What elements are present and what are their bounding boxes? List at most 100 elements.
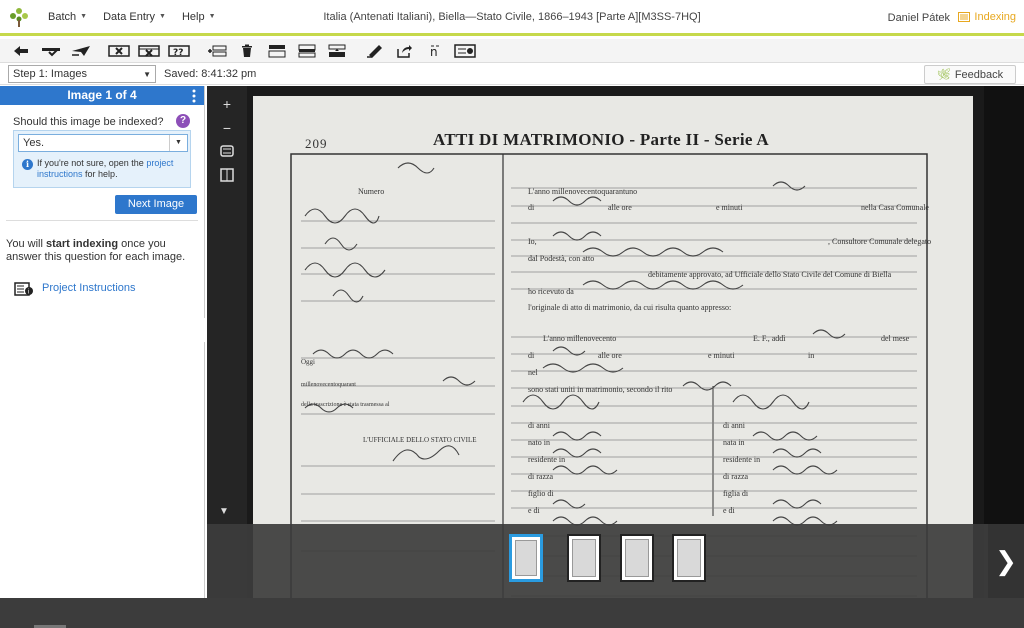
answer-value: Yes. — [23, 137, 45, 149]
indexing-icon — [958, 12, 971, 22]
svg-text:nel: nel — [528, 368, 539, 377]
answer-box: Yes. ▼ i If you're not sure, open the pr… — [13, 130, 191, 188]
svg-text:L'UFFICIALE DELLO STATO CIVILE: L'UFFICIALE DELLO STATO CIVILE — [363, 436, 477, 444]
user-name[interactable]: Daniel Pátek — [888, 12, 950, 24]
svg-text:alle ore: alle ore — [598, 351, 622, 360]
hint-suffix: for help. — [85, 169, 118, 179]
menu-help-label: Help — [181, 10, 205, 23]
svg-text:di: di — [528, 351, 535, 360]
svg-text:figlia di: figlia di — [723, 489, 749, 498]
viewer-tools: + − ▼ — [207, 86, 247, 524]
svg-text:, Consultore Comunale delegato: , Consultore Comunale delegato — [828, 237, 931, 246]
thumbnail-3[interactable] — [620, 534, 654, 582]
panel-header: Image 1 of 4 — [0, 86, 204, 105]
tree-icon: 🌿︎ — [936, 69, 951, 81]
insert-above-icon[interactable] — [264, 41, 290, 61]
menu-batch[interactable]: Batch ▼ — [40, 11, 95, 23]
svg-text:l'originale di atto di matrimo: l'originale di atto di matrimonio, da cu… — [528, 303, 731, 312]
zoom-in-icon[interactable]: + — [219, 96, 235, 112]
svg-text:??: ?? — [173, 48, 183, 57]
svg-text:del mese: del mese — [881, 334, 910, 343]
chevron-down-icon: ▼ — [80, 13, 88, 20]
start-text-prefix: You will — [6, 238, 43, 250]
help-question-icon[interactable]: ? — [176, 114, 190, 128]
chevron-down-icon: ▼ — [159, 13, 166, 20]
record-image[interactable]: Numero L'anno millenovecentoquarantuno d… — [247, 86, 984, 598]
layout-split-icon[interactable] — [219, 168, 235, 184]
collapse-thumbnails-icon[interactable]: ▼ — [219, 506, 229, 517]
divider — [6, 220, 198, 221]
zoom-out-icon[interactable]: − — [219, 120, 235, 136]
check-line-icon[interactable] — [38, 41, 64, 61]
project-instructions-link[interactable]: Project Instructions — [42, 282, 136, 294]
step-select[interactable]: Step 1: Images ▼ — [8, 65, 156, 83]
thumbnail-4[interactable] — [672, 534, 706, 582]
menu-batch-label: Batch — [48, 10, 77, 23]
svg-text:e minuti: e minuti — [716, 203, 743, 212]
menu-help[interactable]: Help ▼ — [174, 11, 224, 23]
answer-select[interactable]: Yes. ▼ — [18, 134, 188, 152]
keyboard-shortcuts-icon[interactable] — [452, 41, 478, 61]
chevron-down-icon: ▼ — [208, 13, 216, 20]
svg-text:nata in: nata in — [723, 438, 745, 447]
viewer-right-margin — [984, 86, 1024, 524]
svg-text:L'anno millenovecento: L'anno millenovecento — [543, 334, 616, 343]
toolbar: ?? n — [0, 39, 1024, 63]
svg-text:e di: e di — [528, 506, 541, 515]
marriage-record-document: Numero L'anno millenovecentoquarantuno d… — [253, 96, 973, 598]
svg-text:L'anno millenovecentoquarantun: L'anno millenovecentoquarantuno — [528, 187, 637, 196]
svg-text:Numero: Numero — [358, 187, 384, 196]
indexing-link[interactable]: Indexing — [958, 11, 1016, 23]
hint-prefix: If you're not sure, open the — [37, 158, 144, 168]
menu-data-entry[interactable]: Data Entry ▼ — [95, 11, 174, 23]
step-select-value: Step 1: Images — [13, 68, 87, 80]
svg-text:dal Podestà, con atto: dal Podestà, con atto — [528, 254, 594, 263]
insert-below-icon[interactable] — [294, 41, 320, 61]
next-image-arrow-icon[interactable]: ❯ — [988, 524, 1024, 598]
highlight-pen-icon[interactable] — [362, 41, 388, 61]
start-text-bold: start indexing — [45, 238, 119, 250]
step-bar: Step 1: Images ▼ Saved: 8:41:32 pm 🌿︎ Fe… — [0, 63, 1024, 85]
menu-data-entry-label: Data Entry — [103, 10, 156, 23]
svg-text:di anni: di anni — [723, 421, 746, 430]
saved-status: Saved: 8:41:32 pm — [164, 68, 257, 80]
document-number: 209 — [305, 136, 328, 151]
delete-trash-icon[interactable] — [234, 41, 260, 61]
back-arrow-icon[interactable] — [8, 41, 34, 61]
next-image-button[interactable]: Next Image — [115, 195, 197, 214]
chevron-down-icon: ▼ — [143, 69, 151, 79]
svg-text:sono stati uniti in matrimonio: sono stati uniti in matrimonio, secondo … — [528, 385, 672, 394]
answer-hint: If you're not sure, open the project ins… — [37, 158, 187, 180]
sort-rows-icon[interactable] — [324, 41, 350, 61]
svg-text:figlio di: figlio di — [528, 489, 554, 498]
share-export-icon[interactable] — [392, 41, 418, 61]
svg-text:di razza: di razza — [723, 472, 749, 481]
thumbnail-2[interactable] — [567, 534, 601, 582]
svg-text:E. F., addì: E. F., addì — [753, 334, 786, 343]
feedback-label: Feedback — [954, 68, 1004, 81]
ancestry-n-icon[interactable]: n — [422, 41, 448, 61]
svg-text:di anni: di anni — [528, 421, 551, 430]
project-instructions-icon[interactable]: i — [14, 282, 34, 296]
svg-text:ho ricevuto da: ho ricevuto da — [528, 287, 574, 296]
svg-text:debitamente approvato, ad Uffi: debitamente approvato, ad Ufficiale dell… — [648, 270, 892, 279]
image-viewer[interactable]: + − ▼ Numero L'anno millenovecentoquaran… — [207, 86, 1024, 598]
info-icon: i — [22, 159, 33, 170]
svg-text:residente in: residente in — [723, 455, 760, 464]
add-record-icon[interactable] — [204, 41, 230, 61]
kebab-menu-icon[interactable] — [192, 89, 196, 103]
svg-text:Io,: Io, — [528, 237, 537, 246]
thumbnail-1[interactable] — [509, 534, 543, 582]
familysearch-tree-logo-icon[interactable] — [8, 6, 30, 28]
record-x-icon[interactable] — [136, 41, 162, 61]
unknown-field-icon[interactable]: ?? — [166, 41, 192, 61]
image-settings-icon[interactable] — [219, 144, 235, 160]
svg-text:nato in: nato in — [528, 438, 550, 447]
submit-plane-icon[interactable] — [68, 41, 94, 61]
svg-text:residente in: residente in — [528, 455, 565, 464]
entry-table-bar — [0, 598, 1024, 628]
feedback-button[interactable]: 🌿︎ Feedback — [924, 65, 1016, 84]
chevron-down-icon[interactable]: ▼ — [169, 135, 187, 151]
svg-text:Oggi: Oggi — [301, 358, 315, 366]
field-x-icon[interactable] — [106, 41, 132, 61]
